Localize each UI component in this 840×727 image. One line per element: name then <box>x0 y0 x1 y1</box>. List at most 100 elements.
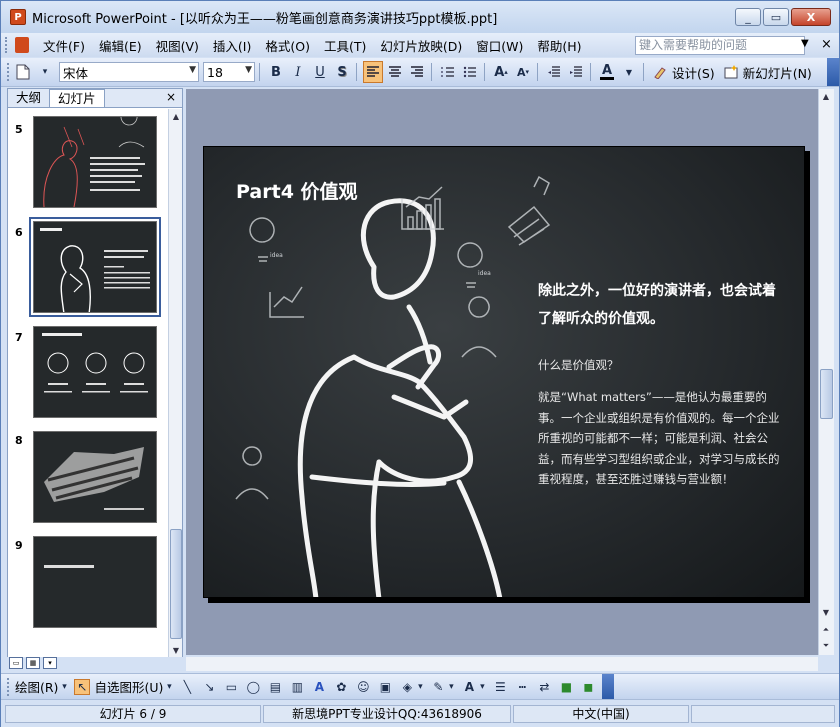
slide-position-status: 幻灯片 6 / 9 <box>5 705 261 723</box>
chevron-down-icon[interactable]: ▾ <box>447 679 455 695</box>
help-search-input[interactable]: 键入需要帮助的问题 <box>635 36 805 55</box>
shadow-button[interactable]: S <box>332 61 352 83</box>
previous-slide-icon[interactable]: ⏶ <box>819 623 833 637</box>
slide-thumbnail[interactable] <box>33 431 157 523</box>
arrow-style-icon[interactable]: ⇄ <box>536 679 552 695</box>
line-tool-icon[interactable]: ╲ <box>179 679 195 695</box>
font-size-select[interactable]: 18 ▼ <box>203 62 255 82</box>
scroll-up-icon[interactable]: ▲ <box>819 89 833 103</box>
menu-window[interactable]: 窗口(W) <box>476 36 523 55</box>
slideshow-icon[interactable]: ▾ <box>43 657 57 669</box>
menu-tools[interactable]: 工具(T) <box>324 36 366 55</box>
toolbar-grip[interactable] <box>7 63 11 81</box>
shadow-style-icon[interactable]: ■ <box>558 679 574 695</box>
increase-indent-icon[interactable] <box>566 61 586 83</box>
3d-style-icon[interactable]: ◼ <box>580 679 596 695</box>
help-dropdown-icon[interactable]: ▼ <box>801 38 809 49</box>
slide-question-text[interactable]: 什么是价值观？ <box>538 357 619 373</box>
menu-view[interactable]: 视图(V) <box>156 36 199 55</box>
thumbnail-scrollbar[interactable]: ▲ ▼ <box>168 109 182 657</box>
drawing-toolbar: 绘图(R) ▾ ↖ 自选图形(U) ▾ ╲ ↘ ▭ ◯ ▤ ▥ A ✿ ☺ ▣ … <box>1 673 839 699</box>
scroll-down-icon[interactable]: ▼ <box>169 643 183 657</box>
close-button[interactable]: X <box>791 8 831 26</box>
dash-style-icon[interactable]: ┅ <box>514 679 530 695</box>
slide-thumbnail[interactable] <box>33 536 157 628</box>
align-center-button[interactable] <box>385 61 405 83</box>
autoshapes-button[interactable]: 自选图形(U) <box>94 677 163 696</box>
toolbar-grip[interactable] <box>7 677 11 696</box>
toolbar-overflow[interactable] <box>602 674 615 699</box>
design-button[interactable]: 设计(S) <box>672 63 715 82</box>
select-pointer-icon[interactable]: ↖ <box>74 678 91 695</box>
document-close-icon[interactable]: × <box>821 37 832 52</box>
underline-button[interactable]: U <box>310 61 330 83</box>
wordart-icon[interactable]: A <box>311 679 327 695</box>
menu-grip[interactable] <box>5 37 9 53</box>
decrease-font-icon[interactable]: A ▾ <box>513 61 533 83</box>
new-slide-button[interactable]: 新幻灯片(N) <box>743 63 812 82</box>
tab-outline[interactable]: 大纲 <box>8 89 49 107</box>
fill-color-icon[interactable]: ◈ <box>399 679 415 695</box>
slide-thumbnail-selected[interactable] <box>29 217 161 317</box>
font-family-select[interactable]: 宋体 ▼ <box>59 62 199 82</box>
slide-body-text[interactable]: 就是“What matters”——是他认为最重要的事。一个企业或组织是有价值观… <box>538 387 782 490</box>
picture-icon[interactable]: ▣ <box>377 679 393 695</box>
chevron-down-icon[interactable]: ▾ <box>478 679 486 695</box>
slide-title[interactable]: Part4 价值观 <box>236 177 358 204</box>
current-slide[interactable]: idea idea Part4 价值观 除此之外，一位好的演讲者，也会试着了解听… <box>203 146 805 598</box>
clipart-icon[interactable]: ☺ <box>355 679 371 695</box>
toolbar-overflow[interactable] <box>827 58 839 86</box>
menu-insert[interactable]: 插入(I) <box>213 36 251 55</box>
design-icon[interactable] <box>650 61 670 83</box>
tab-slides[interactable]: 幻灯片 <box>49 89 105 107</box>
slide-lead-text[interactable]: 除此之外，一位好的演讲者，也会试着了解听众的价值观。 <box>538 277 778 333</box>
chevron-down-icon[interactable]: ▾ <box>60 679 68 695</box>
oval-tool-icon[interactable]: ◯ <box>245 679 261 695</box>
scroll-up-icon[interactable]: ▲ <box>169 109 183 123</box>
bulleted-list-icon[interactable] <box>460 61 480 83</box>
normal-view-icon[interactable]: ▭ <box>9 657 23 669</box>
menu-edit[interactable]: 编辑(E) <box>99 36 142 55</box>
slide-thumbnail[interactable] <box>33 326 157 418</box>
arrow-tool-icon[interactable]: ↘ <box>201 679 217 695</box>
menu-help[interactable]: 帮助(H) <box>537 36 581 55</box>
chevron-down-icon[interactable]: ▾ <box>416 679 424 695</box>
diagram-icon[interactable]: ✿ <box>333 679 349 695</box>
slide-scrollbar[interactable]: ▲ ▼ ⏶ ⏷ <box>818 89 834 655</box>
increase-font-icon[interactable]: A ▴ <box>491 61 511 83</box>
document-icon[interactable] <box>15 37 29 53</box>
decrease-indent-icon[interactable] <box>544 61 564 83</box>
scroll-down-icon[interactable]: ▼ <box>819 605 833 619</box>
restore-button[interactable]: ▭ <box>763 8 789 26</box>
menu-file[interactable]: 文件(F) <box>43 36 85 55</box>
chevron-down-icon[interactable]: ▾ <box>165 679 173 695</box>
scrollbar-thumb[interactable] <box>820 369 833 419</box>
toolbar-options-icon[interactable]: ▾ <box>35 61 55 83</box>
scrollbar-thumb[interactable] <box>170 529 182 639</box>
powerpoint-app-icon[interactable]: P <box>10 9 26 25</box>
slide-sorter-icon[interactable]: ▦ <box>26 657 40 669</box>
font-color-button[interactable]: A <box>597 61 617 83</box>
slide-thumbnail[interactable] <box>33 116 157 208</box>
draw-menu-button[interactable]: 绘图(R) <box>15 677 58 696</box>
rectangle-tool-icon[interactable]: ▭ <box>223 679 239 695</box>
menu-format[interactable]: 格式(O) <box>265 36 310 55</box>
new-slide-icon[interactable] <box>721 61 741 83</box>
align-left-button[interactable] <box>363 61 383 83</box>
chevron-down-icon[interactable]: ▼ <box>619 61 639 83</box>
next-slide-icon[interactable]: ⏷ <box>819 639 833 653</box>
horizontal-scrollbar[interactable] <box>186 657 818 671</box>
minimize-button[interactable]: _ <box>735 8 761 26</box>
bold-button[interactable]: B <box>266 61 286 83</box>
menu-slideshow[interactable]: 幻灯片放映(D) <box>380 36 462 55</box>
pane-close-icon[interactable]: × <box>166 90 176 104</box>
italic-button[interactable]: I <box>288 61 308 83</box>
textbox-tool-icon[interactable]: ▤ <box>267 679 283 695</box>
new-document-icon[interactable] <box>13 61 33 83</box>
font-color-icon[interactable]: A <box>461 679 477 695</box>
numbered-list-icon[interactable] <box>438 61 458 83</box>
line-color-icon[interactable]: ✎ <box>430 679 446 695</box>
vertical-textbox-icon[interactable]: ▥ <box>289 679 305 695</box>
line-style-icon[interactable]: ☰ <box>492 679 508 695</box>
align-right-button[interactable] <box>407 61 427 83</box>
